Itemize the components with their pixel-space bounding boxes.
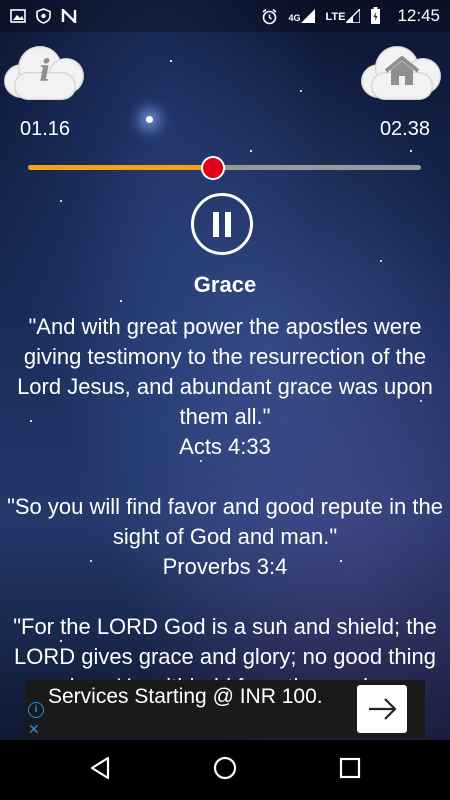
ad-text[interactable]: Services Starting @ INR 100.	[48, 684, 358, 710]
pause-icon	[213, 212, 219, 237]
seek-bar-thumb[interactable]	[200, 156, 225, 180]
pause-icon-bar	[225, 212, 231, 237]
star	[300, 90, 302, 92]
total-time: 02.38	[379, 118, 430, 140]
info-icon: i	[39, 54, 51, 89]
verse-item: "So you will find favor and good repute …	[0, 492, 450, 582]
battery-charging-icon	[371, 7, 381, 24]
verse-text: "So you will find favor and good repute …	[7, 494, 443, 549]
seek-bar[interactable]	[28, 156, 421, 180]
home-icon	[384, 56, 420, 85]
star	[146, 116, 153, 123]
verse-spacer	[0, 582, 450, 612]
verse-list: "And with great power the apostles were …	[0, 312, 450, 682]
back-icon[interactable]	[89, 756, 111, 780]
verse-item: "And with great power the apostles were …	[0, 312, 450, 462]
verse-text: "And with great power the apostles were …	[17, 314, 433, 429]
ad-arrow-button[interactable]	[357, 685, 407, 733]
home-button[interactable]	[361, 42, 443, 102]
arrow-right-icon	[369, 698, 397, 720]
star	[170, 60, 172, 62]
n-app-icon	[61, 9, 77, 23]
lte-signal-icon: LTE	[325, 9, 361, 23]
star	[120, 300, 122, 302]
track-title: Grace	[193, 272, 257, 297]
seek-bar-progress	[28, 165, 213, 170]
recents-icon[interactable]	[339, 756, 361, 780]
navigation-bar	[0, 740, 450, 800]
4g-signal-icon: 4G	[288, 9, 316, 23]
star	[60, 200, 62, 202]
ad-info-icon[interactable]: i	[28, 702, 44, 718]
image-icon	[10, 9, 26, 23]
status-bar: 4G LTE 12:45	[0, 0, 450, 32]
network-lte-label: LTE	[325, 11, 346, 23]
info-button[interactable]: i	[4, 42, 86, 102]
alarm-icon	[262, 8, 277, 24]
vpn-shield-icon	[36, 8, 51, 24]
verse-reference: Proverbs 3:4	[162, 554, 288, 579]
home-nav-icon[interactable]	[213, 756, 237, 780]
ad-banner[interactable]: i ✕ Services Starting @ INR 100.	[25, 680, 425, 738]
verse-reference: Acts 4:33	[179, 434, 271, 459]
status-clock: 12:45	[397, 6, 440, 25]
network-4g-label: 4G	[288, 13, 301, 23]
star	[410, 150, 412, 152]
verse-text: "For the LORD God is a sun and shield; t…	[13, 614, 437, 682]
star	[250, 150, 252, 152]
ad-close-icon[interactable]: ✕	[28, 722, 40, 736]
pause-button[interactable]	[191, 193, 253, 255]
elapsed-time: 01.16	[20, 118, 71, 140]
verse-item: "For the LORD God is a sun and shield; t…	[0, 612, 450, 682]
verse-spacer	[0, 462, 450, 492]
star	[380, 260, 382, 262]
